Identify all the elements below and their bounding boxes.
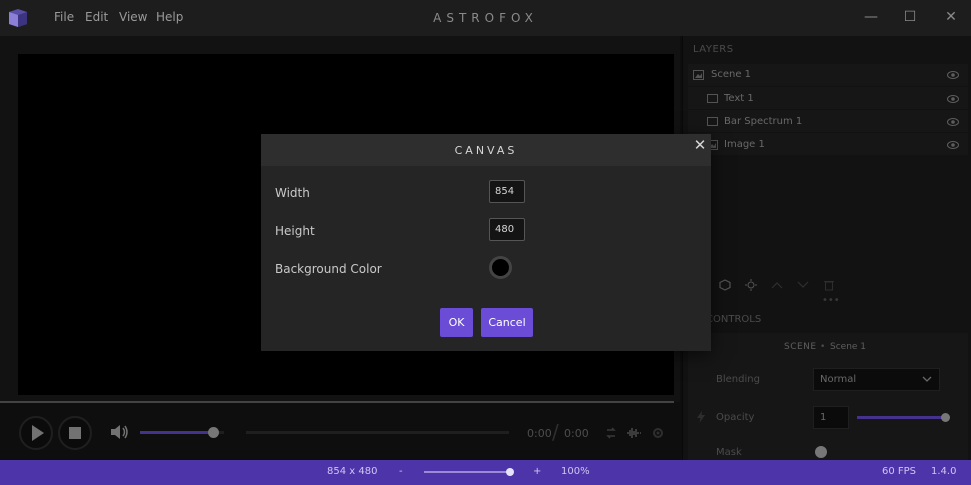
background-color-label: Background Color <box>275 262 382 276</box>
width-label: Width <box>275 186 310 200</box>
minimize-button[interactable]: — <box>860 6 882 28</box>
cancel-button[interactable]: Cancel <box>481 308 533 337</box>
fps-readout: 60 FPS <box>882 466 917 477</box>
dialog-title: CANVAS <box>454 144 518 157</box>
zoom-out-button[interactable]: - <box>399 466 403 477</box>
zoom-slider[interactable] <box>424 471 511 473</box>
close-dialog-icon[interactable]: ✕ <box>692 137 708 153</box>
close-window-button[interactable]: ✕ <box>940 6 962 28</box>
background-color-picker[interactable] <box>489 256 512 279</box>
height-label: Height <box>275 224 315 238</box>
width-input[interactable] <box>489 180 525 203</box>
zoom-in-button[interactable]: + <box>533 466 541 477</box>
app-version: 1.4.0 <box>931 466 957 477</box>
canvas-dimensions: 854 x 480 <box>327 466 378 477</box>
height-input[interactable] <box>489 218 525 241</box>
app-title: ASTROFOX <box>433 11 538 25</box>
ok-button[interactable]: OK <box>440 308 473 337</box>
zoom-slider-handle[interactable] <box>506 468 514 476</box>
zoom-level: 100% <box>561 466 590 477</box>
maximize-button[interactable]: ☐ <box>899 6 921 28</box>
